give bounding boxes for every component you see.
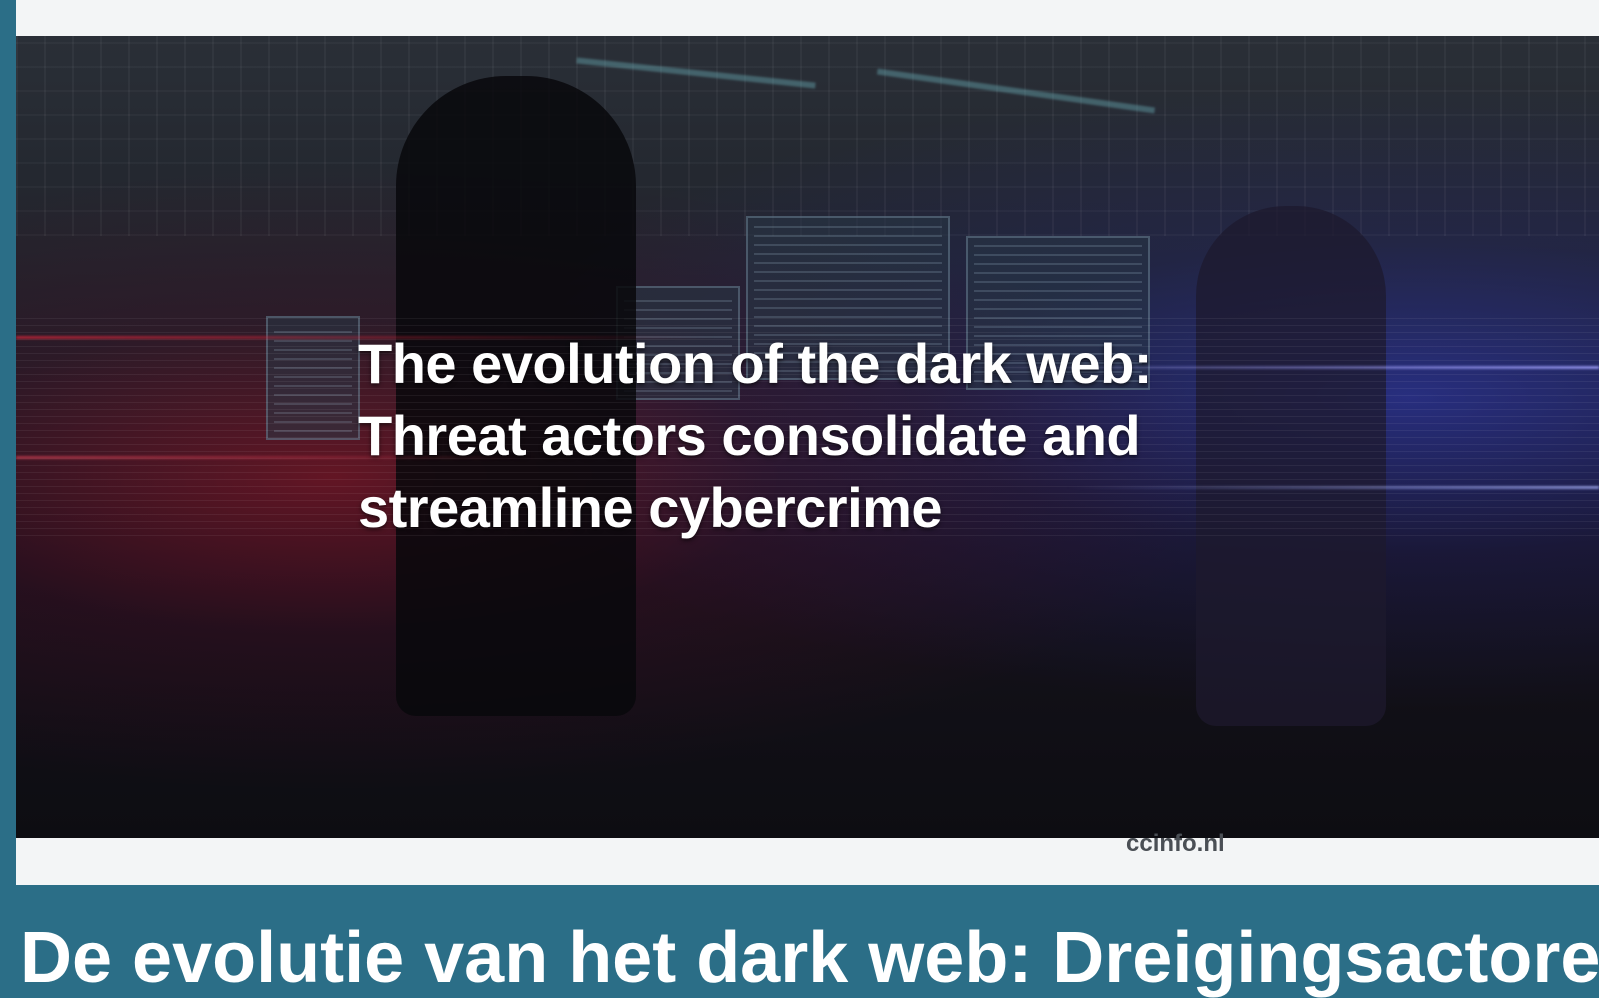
- headline-line: streamline cybercrime: [358, 476, 943, 539]
- article-title: De evolutie van het dark web: Dreigingsa…: [20, 918, 1599, 998]
- headline-line: Threat actors consolidate and: [358, 404, 1141, 467]
- article-image-card: The evolution of the dark web: Threat ac…: [16, 0, 1599, 885]
- source-domain: ccinfo.nl: [1126, 830, 1225, 857]
- hero-headline: The evolution of the dark web: Threat ac…: [358, 328, 1238, 544]
- headline-line: The evolution of the dark web:: [358, 332, 1152, 395]
- ceiling-grid: [16, 36, 1599, 236]
- hero-image[interactable]: The evolution of the dark web: Threat ac…: [16, 36, 1599, 838]
